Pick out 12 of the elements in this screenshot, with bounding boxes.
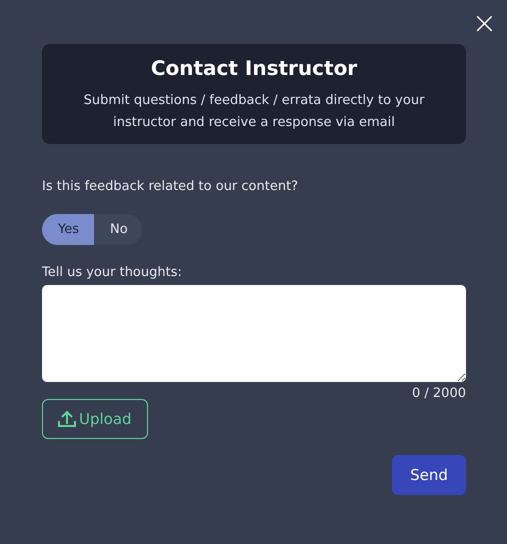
dialog-subtitle: Submit questions / feedback / errata directly to your instructor and receive a response via email (82, 92, 426, 132)
upload-icon (57, 410, 77, 428)
question-label: Is this feedback related to our content? (42, 179, 300, 194)
send-button[interactable]: Send (392, 455, 466, 495)
thoughts-field[interactable] (42, 285, 466, 382)
close-button[interactable]: × (472, 9, 497, 39)
character-counter: 0 / 2000 (411, 386, 466, 401)
upload-button[interactable]: Upload (42, 399, 148, 439)
dialog-title: Contact Instructor (150, 56, 358, 80)
thoughts-label: Tell us your thoughts: (42, 265, 183, 280)
toggle-option[interactable]: No (94, 214, 144, 245)
toggle-option[interactable]: Yes (42, 214, 94, 245)
